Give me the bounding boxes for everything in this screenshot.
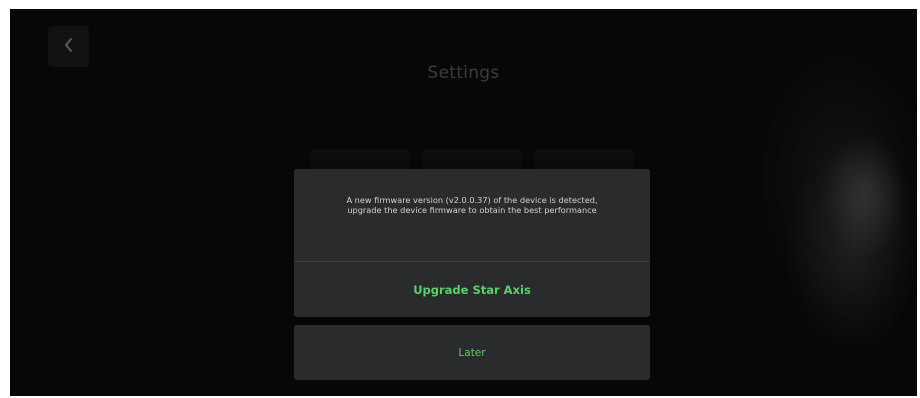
- later-button[interactable]: Later: [294, 325, 650, 380]
- app-screen: Settings A new firmware version (v2.0.0.…: [10, 9, 917, 396]
- dialog-message: A new firmware version (v2.0.0.37) of th…: [346, 195, 598, 215]
- upgrade-button[interactable]: Upgrade Star Axis: [294, 262, 650, 317]
- firmware-update-dialog: A new firmware version (v2.0.0.37) of th…: [294, 169, 650, 317]
